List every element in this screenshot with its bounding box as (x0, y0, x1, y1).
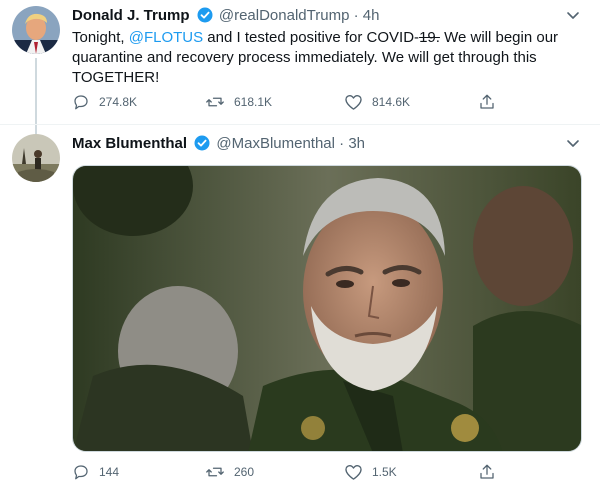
tweet-divider (0, 124, 600, 125)
timestamp[interactable]: 4h (363, 7, 380, 24)
retweet-button[interactable]: 618.1K (205, 93, 272, 111)
like-icon (345, 464, 362, 480)
mention-link[interactable]: @FLOTUS (129, 29, 203, 46)
share-button[interactable] (478, 463, 505, 481)
tweet-text-struck: 19. (419, 29, 440, 46)
reply-icon (74, 465, 88, 480)
like-button[interactable]: 814.6K (344, 93, 410, 111)
reply-button[interactable]: 144 (72, 463, 119, 481)
thread-connector (35, 58, 37, 134)
chevron-down-icon[interactable] (564, 6, 582, 24)
like-icon (345, 94, 362, 110)
retweet-icon (206, 97, 224, 107)
chevron-down-icon[interactable] (564, 134, 582, 152)
like-button[interactable]: 1.5K (344, 463, 397, 481)
retweet-button[interactable]: 260 (205, 463, 254, 481)
like-count: 1.5K (372, 465, 397, 479)
separator-dot: · (353, 7, 359, 24)
tweet-media-photo[interactable] (72, 165, 582, 452)
avatar-blumenthal[interactable] (12, 134, 60, 182)
action-bar: 144 260 1.5K (72, 463, 512, 485)
retweet-count: 260 (234, 465, 255, 479)
share-icon (480, 94, 494, 109)
tweet-text-part: Tonight, (72, 29, 129, 46)
tweet-text-part: and I tested positive for COVID- (203, 29, 420, 46)
tweet-text: Tonight, @FLOTUS and I tested positive f… (72, 28, 572, 88)
user-handle[interactable]: @MaxBlumenthal (216, 135, 335, 152)
retweet-count: 618.1K (234, 95, 273, 109)
action-bar: 274.8K 618.1K 814.6K (72, 93, 512, 115)
display-name[interactable]: Donald J. Trump (72, 7, 190, 24)
user-handle[interactable]: @realDonaldTrump (219, 7, 350, 24)
verified-badge-icon (197, 7, 213, 29)
reply-count: 144 (99, 465, 120, 479)
reply-count: 274.8K (99, 95, 138, 109)
verified-badge-icon (194, 135, 210, 157)
display-name[interactable]: Max Blumenthal (72, 135, 187, 152)
retweet-icon (206, 467, 224, 477)
timestamp[interactable]: 3h (348, 135, 365, 152)
reply-icon (74, 95, 88, 110)
separator-dot: · (339, 135, 345, 152)
share-button[interactable] (478, 93, 505, 111)
like-count: 814.6K (372, 95, 411, 109)
avatar-trump[interactable] (12, 6, 60, 54)
reply-button[interactable]: 274.8K (72, 93, 137, 111)
share-icon (480, 464, 494, 479)
